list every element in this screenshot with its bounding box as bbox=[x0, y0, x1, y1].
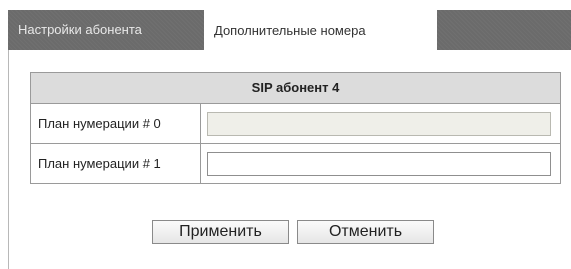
apply-button[interactable]: Применить bbox=[152, 220, 289, 244]
numbering-plan-0-cell bbox=[201, 104, 560, 143]
tab-bar: Настройки абонента Дополнительные номера bbox=[8, 10, 571, 50]
cancel-button[interactable]: Отменить bbox=[297, 220, 434, 244]
numbering-plan-1-cell bbox=[201, 144, 560, 183]
form-row-numbering-plan-1: План нумерации # 1 bbox=[31, 144, 560, 183]
numbering-plan-1-input[interactable] bbox=[207, 151, 551, 176]
numbering-plan-1-label: План нумерации # 1 bbox=[31, 144, 201, 183]
numbering-plan-0-input[interactable] bbox=[207, 111, 551, 136]
tab-additional-numbers[interactable]: Дополнительные номера bbox=[204, 10, 437, 50]
page: Настройки абонента Дополнительные номера… bbox=[0, 0, 571, 269]
numbering-plan-0-label: План нумерации # 0 bbox=[31, 104, 201, 143]
form-row-numbering-plan-0: План нумерации # 0 bbox=[31, 104, 560, 144]
tab-subscriber-settings[interactable]: Настройки абонента bbox=[8, 10, 204, 50]
form-table: SIP абонент 4 План нумерации # 0 План ну… bbox=[30, 72, 561, 184]
form-title: SIP абонент 4 bbox=[31, 73, 560, 104]
